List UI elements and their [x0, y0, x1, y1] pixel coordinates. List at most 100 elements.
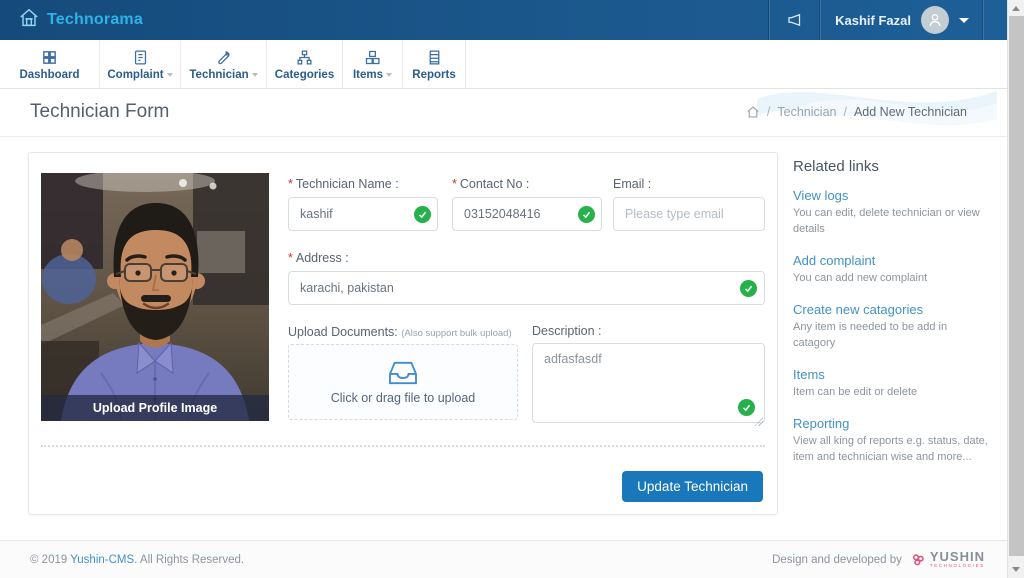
yushin-cms-link[interactable]: Yushin-CMS — [70, 554, 134, 566]
chevron-down-icon — [167, 73, 173, 77]
address-label: *Address : — [288, 251, 765, 265]
valid-check-icon — [414, 206, 431, 223]
top-header: Technorama Kashif Fazal — [0, 0, 1007, 40]
announcements-button[interactable] — [769, 0, 820, 40]
upload-hint: (Also support bulk upload) — [401, 328, 511, 339]
related-link-group: Reporting View all king of reports e.g. … — [793, 416, 989, 466]
profile-image-uploader[interactable]: Upload Profile Image — [41, 173, 269, 421]
page-scrollbar[interactable] — [1007, 0, 1024, 578]
email-input[interactable] — [613, 197, 765, 231]
contact-no-label: *Contact No : — [452, 177, 602, 191]
yushin-logo[interactable]: YUSHIN TECHNOLOGIES — [910, 550, 985, 569]
form-separator — [41, 445, 765, 447]
inbox-upload-icon — [388, 360, 418, 386]
link-add-complaint[interactable]: Add complaint — [793, 253, 989, 268]
upload-documents-label: Upload Documents: (Also support bulk upl… — [288, 325, 528, 339]
nav-label-complaint: Complaint — [107, 69, 172, 81]
upload-documents-group: Upload Documents: (Also support bulk upl… — [288, 325, 528, 339]
valid-check-icon — [578, 206, 595, 223]
items-icon — [364, 49, 381, 66]
breadcrumb-separator: / — [767, 105, 770, 119]
related-link-group: Items Item can be edit or delete — [793, 367, 989, 401]
update-technician-button[interactable]: Update Technician — [622, 471, 763, 502]
page-title: Technician Form — [30, 101, 169, 123]
required-marker: * — [288, 177, 293, 191]
categories-icon — [296, 49, 313, 66]
nav-item-categories[interactable]: Categories — [267, 40, 343, 88]
technician-form-card: Upload Profile Image *Technician Name : … — [28, 152, 778, 515]
user-menu[interactable]: Kashif Fazal — [820, 0, 983, 40]
related-link-group: View logs You can edit, delete technicia… — [793, 188, 989, 238]
upload-profile-image-label: Upload Profile Image — [93, 401, 217, 415]
avatar — [921, 6, 949, 34]
address-group: *Address : — [288, 251, 765, 305]
nav-item-dashboard[interactable]: Dashboard — [0, 40, 100, 88]
credits-text: Design and developed by — [772, 554, 902, 566]
link-desc: You can edit, delete technician or view … — [793, 206, 989, 238]
nav-item-technician[interactable]: Technician — [181, 40, 267, 88]
reports-icon — [426, 49, 443, 66]
description-textarea[interactable]: adfasfasdf — [532, 343, 765, 423]
related-links-panel: Related links View logs You can edit, de… — [793, 158, 989, 481]
nav-item-items[interactable]: Items — [343, 40, 403, 88]
valid-check-icon — [740, 280, 757, 297]
breadcrumb-separator: / — [843, 105, 846, 119]
dropzone-text: Click or drag file to upload — [331, 391, 476, 405]
home-icon[interactable] — [746, 105, 760, 119]
breadcrumb-technician[interactable]: Technician — [777, 105, 836, 119]
description-label: Description : — [532, 324, 765, 338]
person-icon — [927, 12, 943, 28]
link-view-logs[interactable]: View logs — [793, 188, 989, 203]
technician-name-label: *Technician Name : — [288, 177, 438, 191]
nav-label-items: Items — [353, 69, 392, 81]
email-group: Email : — [613, 177, 765, 231]
nav-item-reports[interactable]: Reports — [403, 40, 466, 88]
dashboard-icon — [41, 49, 58, 66]
brand-logo[interactable]: Technorama — [0, 7, 143, 34]
house-logo-icon — [18, 7, 40, 34]
megaphone-icon — [786, 11, 804, 29]
profile-photo: Upload Profile Image — [41, 173, 269, 421]
valid-check-icon — [738, 399, 755, 416]
scroll-up-arrow-icon[interactable] — [1012, 6, 1020, 11]
brand-name: Technorama — [47, 11, 143, 29]
technician-name-group: *Technician Name : — [288, 177, 438, 231]
textarea-resize-handle[interactable] — [754, 417, 763, 426]
address-input[interactable] — [288, 271, 765, 305]
link-create-categories[interactable]: Create new catagories — [793, 302, 989, 317]
link-desc: Item can be edit or delete — [793, 385, 989, 401]
copyright-text: © 2019 Yushin-CMS. All Rights Reserved. — [30, 554, 244, 566]
footer: © 2019 Yushin-CMS. All Rights Reserved. … — [0, 540, 1007, 578]
header-spacer — [983, 0, 1007, 40]
technorama-app: Technorama Kashif Fazal — [0, 0, 1024, 578]
scroll-down-arrow-icon[interactable] — [1012, 567, 1020, 572]
chevron-down-icon — [959, 18, 969, 23]
email-label: Email : — [613, 177, 765, 191]
technician-icon — [215, 49, 232, 66]
credits: Design and developed by YUSHIN TECHNOLOG… — [772, 550, 985, 569]
link-desc: You can add new complaint — [793, 271, 989, 287]
nav-item-complaint[interactable]: Complaint — [100, 40, 181, 88]
link-reporting[interactable]: Reporting — [793, 416, 989, 431]
related-link-group: Create new catagories Any item is needed… — [793, 302, 989, 352]
complaint-icon — [132, 49, 149, 66]
link-desc: Any item is needed to be add in catagory — [793, 320, 989, 352]
scrollbar-thumb[interactable] — [1009, 16, 1024, 556]
header-actions: Kashif Fazal — [769, 0, 1007, 40]
yushin-logo-text: YUSHIN TECHNOLOGIES — [930, 550, 985, 569]
link-items[interactable]: Items — [793, 367, 989, 382]
contact-no-group: *Contact No : — [452, 177, 602, 231]
yushin-clover-icon — [910, 552, 926, 568]
nav-label-technician: Technician — [189, 69, 257, 81]
nav-label-categories: Categories — [275, 69, 334, 81]
user-name: Kashif Fazal — [835, 13, 911, 28]
main-nav: Dashboard Complaint Technician Categorie… — [0, 40, 1007, 89]
chevron-down-icon — [252, 73, 258, 77]
nav-label-reports: Reports — [412, 69, 455, 81]
file-dropzone[interactable]: Click or drag file to upload — [288, 344, 518, 420]
breadcrumb-current: Add New Technician — [854, 105, 967, 119]
link-desc: View all king of reports e.g. status, da… — [793, 434, 989, 466]
chevron-down-icon — [386, 73, 392, 77]
nav-label-dashboard: Dashboard — [19, 69, 79, 81]
required-marker: * — [452, 177, 457, 191]
